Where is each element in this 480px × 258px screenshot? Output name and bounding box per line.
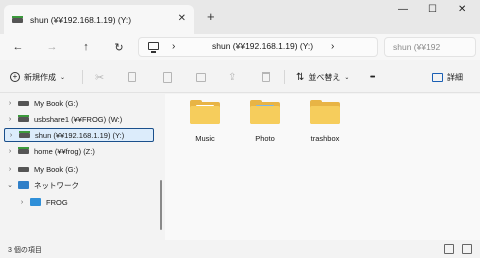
share-icon: ⇪: [228, 71, 237, 83]
network-icon: [18, 180, 30, 190]
chevron-right-icon[interactable]: ›: [4, 100, 16, 107]
file-item-trashbox[interactable]: trashbox: [295, 100, 355, 143]
details-pane-button[interactable]: 詳細: [432, 69, 463, 85]
sidebar-item-label: ネットワーク: [34, 180, 79, 190]
file-item-music[interactable]: Music: [175, 100, 235, 143]
chevron-right-icon[interactable]: ›: [16, 199, 28, 206]
chevron-right-icon[interactable]: ›: [4, 166, 16, 173]
sidebar-item-label: usbshare1 (¥¥FROG) (W:): [34, 114, 123, 124]
paste-button[interactable]: [163, 69, 172, 85]
chevron-down-icon: ⌄: [60, 74, 66, 81]
title-bar: shun (¥¥192.168.1.19) (Y:) ✕ + — ☐ ✕: [0, 0, 480, 34]
breadcrumb-path[interactable]: shun (¥¥192.168.1.19) (Y:): [212, 41, 313, 51]
details-view-icon[interactable]: [444, 244, 454, 254]
minimize-button[interactable]: —: [398, 4, 408, 15]
navigation-bar: ← → ↑ ↻ › › shun (¥¥192.168.1.19) (Y:) s…: [0, 34, 480, 60]
chevron-down-icon: ⌄: [344, 74, 350, 81]
large-icons-view-icon[interactable]: [462, 244, 472, 254]
forward-button[interactable]: →: [44, 39, 60, 55]
network-drive-icon: [18, 146, 30, 156]
sidebar-item-home[interactable]: › home (¥¥frog) (Z:): [4, 144, 154, 158]
clipboard-icon: [163, 71, 172, 83]
sidebar-item-shun[interactable]: › shun (¥¥192.168.1.19) (Y:): [4, 128, 154, 142]
drive-icon: [18, 164, 30, 174]
sort-label: 並べ替え: [308, 72, 341, 82]
sidebar-item-label: My Book (G:): [34, 164, 79, 174]
file-name: Music: [195, 134, 215, 143]
details-pane-icon: [432, 72, 443, 82]
sidebar-item-label: shun (¥¥192.168.1.19) (Y:): [35, 130, 125, 140]
up-button[interactable]: ↑: [78, 39, 94, 55]
chevron-right-icon[interactable]: ›: [4, 148, 16, 155]
file-list: Music Photo trashbox: [165, 94, 480, 240]
toolbar-divider: [284, 70, 285, 84]
back-button[interactable]: ←: [10, 39, 26, 55]
sidebar-item-label: FROG: [46, 197, 68, 207]
sidebar-scrollbar[interactable]: [160, 180, 162, 230]
copy-button[interactable]: [128, 69, 136, 85]
sort-button[interactable]: ⇅ 並べ替え ⌄: [296, 69, 349, 85]
share-button[interactable]: ⇪: [228, 69, 236, 85]
item-count: 3 個の項目: [8, 247, 42, 254]
folder-icon: [190, 100, 220, 124]
delete-button[interactable]: [262, 69, 270, 85]
network-drive-icon: [19, 130, 31, 140]
file-name: Photo: [255, 134, 275, 143]
rename-icon: [196, 72, 206, 82]
toolbar-divider: [82, 70, 83, 84]
tab-active[interactable]: shun (¥¥192.168.1.19) (Y:) ✕: [4, 5, 194, 34]
sort-icon: ⇅: [296, 71, 305, 83]
breadcrumb-chevron-icon[interactable]: ›: [331, 41, 334, 52]
folder-icon: [310, 100, 340, 124]
file-item-photo[interactable]: Photo: [235, 100, 295, 143]
rename-button[interactable]: [196, 69, 206, 85]
drive-icon: [18, 98, 30, 108]
network-drive-icon: [12, 15, 24, 25]
command-bar: + 新規作成 ⌄ ✂ ⇪ ⇅ 並べ替え ⌄ ••• 詳細: [0, 61, 480, 93]
plus-circle-icon: +: [10, 72, 20, 82]
tab-close-icon[interactable]: ✕: [178, 13, 186, 24]
sidebar-item-label: My Book (G:): [34, 98, 79, 108]
folder-images-icon: [250, 100, 280, 124]
navigation-pane: › My Book (G:) › usbshare1 (¥¥FROG) (W:)…: [0, 94, 160, 240]
details-label: 詳細: [447, 72, 463, 82]
chevron-right-icon[interactable]: ›: [172, 41, 175, 52]
copy-icon: [128, 72, 136, 82]
chevron-down-icon[interactable]: ⌄: [4, 181, 16, 189]
sidebar-item-label: home (¥¥frog) (Z:): [34, 146, 95, 156]
status-bar: 3 個の項目: [0, 240, 480, 258]
close-window-button[interactable]: ✕: [458, 4, 466, 15]
refresh-button[interactable]: ↻: [111, 39, 127, 55]
monitor-stand-icon: [151, 51, 156, 53]
sidebar-item-frog[interactable]: › FROG: [16, 195, 166, 209]
tab-title: shun (¥¥192.168.1.19) (Y:): [30, 14, 132, 25]
chevron-right-icon[interactable]: ›: [5, 132, 17, 139]
search-input[interactable]: shun (¥¥192: [384, 37, 476, 57]
more-options-button[interactable]: •••: [370, 69, 375, 85]
more-icon: •••: [370, 73, 375, 81]
computer-icon: [30, 197, 42, 207]
trash-icon: [262, 72, 270, 82]
scissors-icon: ✂: [95, 71, 105, 84]
network-drive-icon: [18, 114, 30, 124]
file-name: trashbox: [310, 134, 340, 143]
new-label: 新規作成: [24, 72, 56, 82]
sidebar-item-mybook-root[interactable]: › My Book (G:): [4, 162, 154, 176]
sidebar-item-network[interactable]: ⌄ ネットワーク: [4, 178, 154, 192]
new-tab-button[interactable]: +: [207, 10, 215, 23]
new-button[interactable]: + 新規作成 ⌄: [10, 69, 65, 85]
chevron-right-icon[interactable]: ›: [4, 116, 16, 123]
search-placeholder: shun (¥¥192: [393, 42, 441, 52]
cut-button[interactable]: ✂: [95, 69, 104, 85]
sidebar-item-usbshare1[interactable]: › usbshare1 (¥¥FROG) (W:): [4, 112, 154, 126]
monitor-icon: [148, 42, 159, 50]
sidebar-item-mybook[interactable]: › My Book (G:): [4, 96, 154, 110]
maximize-button[interactable]: ☐: [428, 4, 437, 15]
